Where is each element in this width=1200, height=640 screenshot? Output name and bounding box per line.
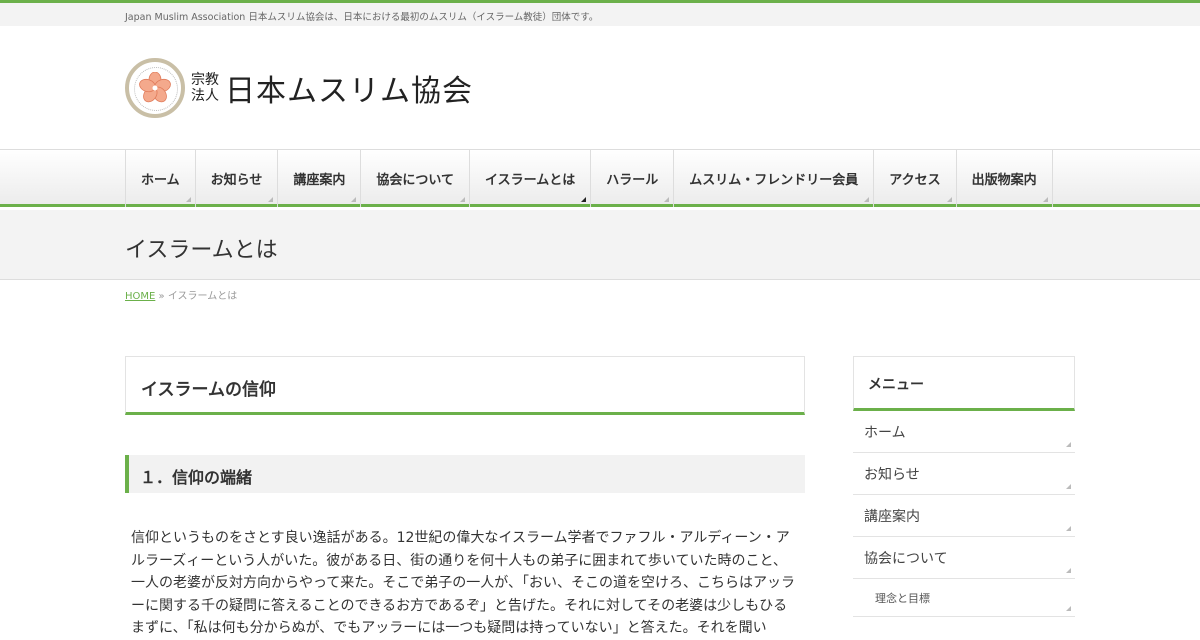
site-tagline: Japan Muslim Association 日本ムスリム協会は、日本におけ… bbox=[125, 12, 599, 23]
breadcrumb-current: イスラームとは bbox=[167, 291, 238, 302]
sidebar-menu: メニュー ホーム お知らせ 講座案内 協会について 理念と目標 bbox=[853, 356, 1075, 617]
nav-item-courses[interactable]: 講座案内 bbox=[277, 150, 360, 207]
breadcrumb: HOME » イスラームとは bbox=[125, 287, 237, 302]
sidebar-item-home[interactable]: ホーム bbox=[853, 411, 1075, 453]
breadcrumb-home-link[interactable]: HOME bbox=[125, 291, 155, 302]
sakura-icon bbox=[139, 72, 171, 103]
sidebar-title: メニュー bbox=[868, 377, 924, 393]
org-type-line-1: 宗教 bbox=[191, 72, 219, 88]
sidebar-item-courses[interactable]: 講座案内 bbox=[853, 495, 1075, 537]
association-seal-icon bbox=[125, 58, 185, 118]
article-heading: イスラームの信仰 bbox=[141, 380, 276, 400]
nav-item-about[interactable]: 協会について bbox=[360, 150, 469, 207]
nav-item-islam[interactable]: イスラームとは bbox=[469, 150, 590, 207]
nav-item-halal[interactable]: ハラール bbox=[590, 150, 673, 207]
nav-item-news[interactable]: お知らせ bbox=[194, 150, 278, 207]
breadcrumb-separator: » bbox=[158, 291, 165, 302]
nav-item-home[interactable]: ホーム bbox=[125, 150, 195, 207]
page-title-bar: イスラームとは bbox=[0, 210, 1200, 280]
tagline-bar: Japan Muslim Association 日本ムスリム協会は、日本におけ… bbox=[0, 3, 1200, 26]
sidebar-list: ホーム お知らせ 講座案内 協会について 理念と目標 bbox=[853, 411, 1075, 617]
nav-list: ホーム お知らせ 講座案内 協会について イスラームとは ハラール ムスリム・フ… bbox=[125, 150, 1053, 207]
main-navigation: ホーム お知らせ 講座案内 協会について イスラームとは ハラール ムスリム・フ… bbox=[0, 149, 1200, 207]
site-logo[interactable]: 宗教 法人 日本ムスリム協会 bbox=[125, 58, 473, 118]
sidebar-item-news[interactable]: お知らせ bbox=[853, 453, 1075, 495]
org-type: 宗教 法人 bbox=[191, 72, 219, 104]
org-name: 日本ムスリム協会 bbox=[225, 74, 473, 109]
sidebar-header: メニュー bbox=[853, 356, 1075, 411]
sidebar-item-about[interactable]: 協会について bbox=[853, 537, 1075, 579]
sidebar-subitem-philosophy[interactable]: 理念と目標 bbox=[853, 579, 1075, 617]
section-heading-box: １．信仰の端緒 bbox=[125, 455, 805, 493]
article-body: 信仰というものをさとす良い逸話がある。12世紀の偉大なイスラーム学者でファフル・… bbox=[131, 530, 796, 636]
nav-item-publications[interactable]: 出版物案内 bbox=[955, 150, 1053, 207]
nav-item-muslim-friendly[interactable]: ムスリム・フレンドリー会員 bbox=[673, 150, 873, 207]
org-type-line-2: 法人 bbox=[191, 88, 219, 104]
section-heading: １．信仰の端緒 bbox=[140, 468, 253, 487]
article-heading-panel: イスラームの信仰 bbox=[125, 356, 805, 415]
nav-item-access[interactable]: アクセス bbox=[873, 150, 955, 207]
page-title: イスラームとは bbox=[125, 238, 278, 263]
